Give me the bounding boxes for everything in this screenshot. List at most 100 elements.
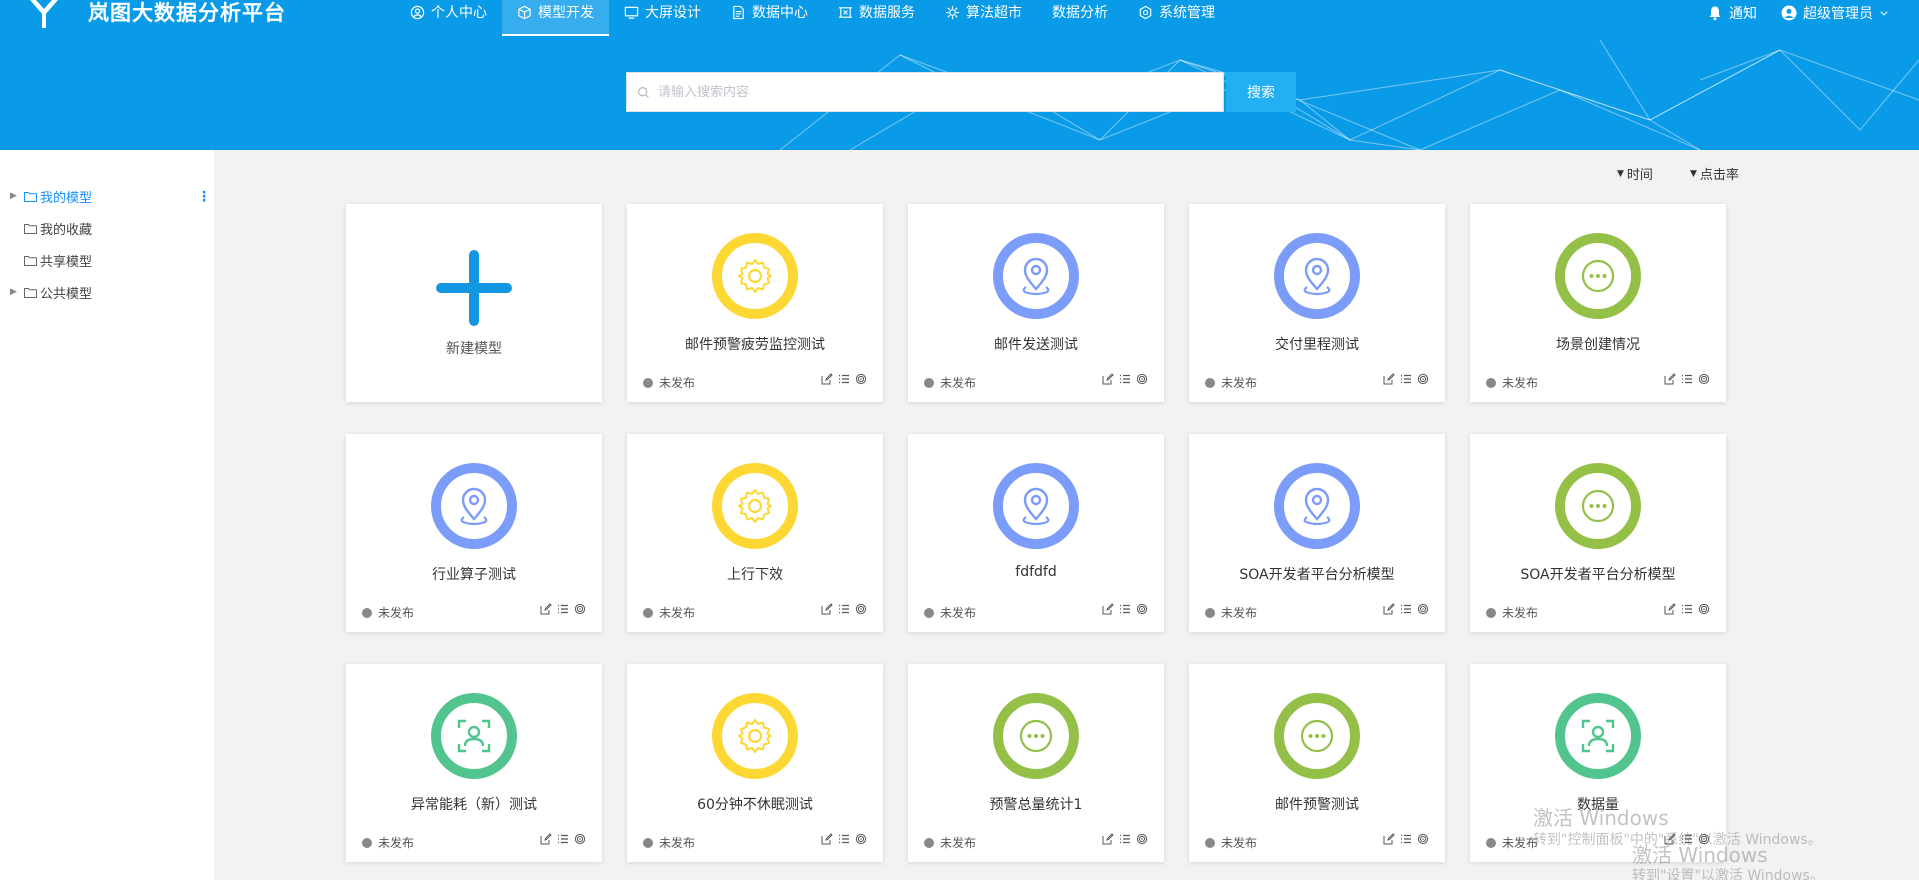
caret-down-icon: ▼ (1690, 168, 1697, 179)
status-dot (362, 607, 372, 618)
model-status: 未发布 (1486, 604, 1538, 621)
model-card[interactable]: 数据量 未发布 (1470, 664, 1726, 862)
model-status: 未发布 (643, 604, 695, 621)
list-icon[interactable] (1119, 603, 1131, 615)
model-card[interactable]: 异常能耗（新）测试 未发布 (346, 664, 602, 862)
share-icon[interactable] (855, 603, 867, 615)
sort-by-clicks[interactable]: ▼ 点击率 (1690, 164, 1739, 183)
list-icon[interactable] (838, 833, 850, 845)
edit-icon[interactable] (821, 603, 833, 615)
model-card[interactable]: 邮件发送测试 未发布 (908, 204, 1164, 402)
monitor-icon (624, 6, 639, 19)
share-icon[interactable] (574, 833, 586, 845)
list-icon[interactable] (1119, 833, 1131, 845)
share-icon[interactable] (1698, 373, 1710, 385)
model-type-badge (1274, 463, 1360, 549)
share-icon[interactable] (1417, 833, 1429, 845)
tree-item-shared-models[interactable]: 共享模型 (10, 250, 210, 270)
face-scan-icon (1581, 719, 1615, 753)
model-type-badge (1555, 693, 1641, 779)
list-icon[interactable] (838, 373, 850, 385)
share-icon[interactable] (1136, 373, 1148, 385)
model-card[interactable]: 60分钟不休眠测试 未发布 (627, 664, 883, 862)
model-card[interactable]: 邮件预警测试 未发布 (1189, 664, 1445, 862)
tree-item-label: 我的收藏 (40, 222, 93, 238)
model-name: 60分钟不休眠测试 (697, 797, 813, 813)
nav-algorithm-market[interactable]: 算法超市 (930, 0, 1037, 36)
model-name: 邮件发送测试 (994, 337, 1078, 353)
tree-item-my-models[interactable]: ▶ 我的模型 (10, 186, 210, 206)
search-button[interactable]: 搜索 (1226, 72, 1296, 112)
nav-model-dev[interactable]: 模型开发 (502, 0, 609, 36)
list-icon[interactable] (557, 603, 569, 615)
notify-button[interactable]: 通知 (1707, 3, 1757, 23)
list-icon[interactable] (838, 603, 850, 615)
share-icon[interactable] (1136, 603, 1148, 615)
status-label: 未发布 (940, 836, 977, 850)
nav-data-service[interactable]: 数据服务 (823, 0, 930, 36)
model-card[interactable]: 上行下效 未发布 (627, 434, 883, 632)
edit-icon[interactable] (1383, 833, 1395, 845)
model-name: SOA开发者平台分析模型 (1239, 567, 1395, 583)
edit-icon[interactable] (540, 833, 552, 845)
list-icon[interactable] (1400, 603, 1412, 615)
share-icon[interactable] (855, 833, 867, 845)
model-status: 未发布 (1486, 834, 1538, 851)
caret-right-icon[interactable]: ▶ (10, 287, 24, 297)
edit-icon[interactable] (1664, 603, 1676, 615)
status-label: 未发布 (378, 606, 415, 620)
model-card[interactable]: fdfdfd 未发布 (908, 434, 1164, 632)
share-icon[interactable] (574, 603, 586, 615)
list-icon[interactable] (1681, 373, 1693, 385)
nav-system-management[interactable]: 系统管理 (1123, 0, 1230, 36)
list-icon[interactable] (1400, 373, 1412, 385)
sort-by-time[interactable]: ▼ 时间 (1617, 164, 1653, 183)
share-icon[interactable] (1417, 603, 1429, 615)
more-vertical-icon[interactable]: ⋮ (197, 189, 211, 205)
model-name: 邮件预警疲劳监控测试 (685, 337, 825, 353)
tree-item-public-models[interactable]: ▶ 公共模型 (10, 282, 210, 302)
list-icon[interactable] (557, 833, 569, 845)
edit-icon[interactable] (1383, 373, 1395, 385)
edit-icon[interactable] (821, 373, 833, 385)
nav-personal-center[interactable]: 个人中心 (395, 0, 502, 36)
list-icon[interactable] (1119, 373, 1131, 385)
edit-icon[interactable] (1102, 603, 1114, 615)
main-nav: 个人中心 模型开发 大屏设计 数据中心 数据服务 算法超市 数据分析 系统管理 (395, 0, 1230, 36)
share-icon[interactable] (1698, 603, 1710, 615)
tree-item-my-favorites[interactable]: 我的收藏 (10, 218, 210, 238)
list-icon[interactable] (1400, 833, 1412, 845)
edit-icon[interactable] (1664, 833, 1676, 845)
edit-icon[interactable] (1664, 373, 1676, 385)
edit-icon[interactable] (540, 603, 552, 615)
user-menu[interactable]: 超级管理员 (1781, 3, 1889, 23)
nav-data-analysis[interactable]: 数据分析 (1037, 0, 1123, 36)
new-model-card[interactable]: 新建模型 (346, 204, 602, 402)
edit-icon[interactable] (821, 833, 833, 845)
share-icon[interactable] (855, 373, 867, 385)
card-actions (1102, 603, 1148, 615)
model-card[interactable]: 预警总量统计1 未发布 (908, 664, 1164, 862)
model-card[interactable]: SOA开发者平台分析模型 未发布 (1470, 434, 1726, 632)
model-status: 未发布 (362, 604, 414, 621)
nav-screen-design[interactable]: 大屏设计 (609, 0, 716, 36)
model-card[interactable]: 邮件预警疲劳监控测试未发布 (627, 204, 883, 402)
share-icon[interactable] (1698, 833, 1710, 845)
list-icon[interactable] (1681, 833, 1693, 845)
edit-icon[interactable] (1383, 603, 1395, 615)
share-icon[interactable] (1136, 833, 1148, 845)
edit-icon[interactable] (1102, 373, 1114, 385)
edit-icon[interactable] (1102, 833, 1114, 845)
list-icon[interactable] (1681, 603, 1693, 615)
caret-right-icon[interactable]: ▶ (10, 191, 24, 201)
app-title: 岚图大数据分析平台 (88, 1, 286, 25)
model-card[interactable]: SOA开发者平台分析模型 未发布 (1189, 434, 1445, 632)
search-input[interactable] (658, 84, 1198, 100)
gear-network-icon (945, 5, 960, 20)
share-icon[interactable] (1417, 373, 1429, 385)
model-card[interactable]: 场景创建情况 未发布 (1470, 204, 1726, 402)
model-card[interactable]: 行业算子测试 未发布 (346, 434, 602, 632)
model-card[interactable]: 交付里程测试 未发布 (1189, 204, 1445, 402)
nav-data-center[interactable]: 数据中心 (716, 0, 823, 36)
model-status: 未发布 (643, 374, 695, 391)
